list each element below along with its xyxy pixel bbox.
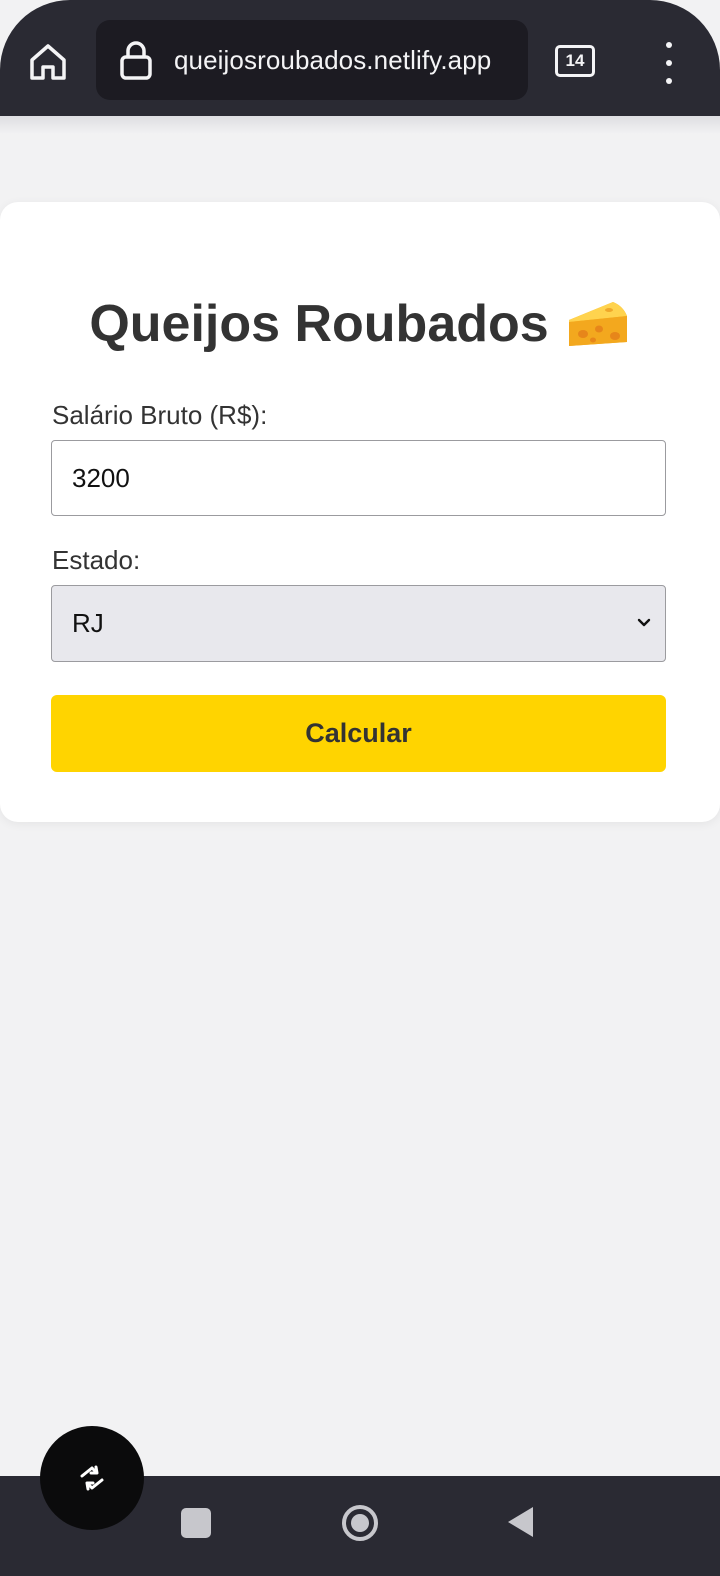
estado-label: Estado:	[52, 545, 141, 575]
estado-selected-value: RJ	[72, 608, 104, 638]
page-title-row: Queijos Roubados	[0, 294, 720, 354]
salario-input[interactable]: 3200	[51, 440, 666, 516]
page-title: Queijos Roubados	[89, 295, 549, 353]
rotate-screen-icon	[80, 1465, 104, 1491]
recents-icon[interactable]	[181, 1508, 211, 1538]
tabs-counter-button[interactable]: 14	[555, 45, 595, 77]
browser-toolbar: queijosroubados.netlify.app 14	[0, 0, 720, 116]
url-bar[interactable]: queijosroubados.netlify.app	[96, 20, 528, 100]
calculator-card: Queijos Roubados Salário Bruto (R$): 320…	[0, 202, 720, 822]
salario-value: 3200	[72, 462, 130, 493]
rotate-screen-button[interactable]	[40, 1426, 144, 1530]
back-icon[interactable]	[505, 1504, 535, 1540]
home-icon[interactable]	[22, 36, 74, 88]
url-text: queijosroubados.netlify.app	[174, 44, 492, 75]
more-vert-icon[interactable]	[654, 38, 684, 88]
lock-icon	[118, 38, 154, 82]
calcular-button-label: Calcular	[305, 718, 412, 748]
estado-select[interactable]: RJ	[51, 585, 666, 662]
calcular-button[interactable]: Calcular	[51, 695, 666, 772]
tab-count: 14	[565, 51, 585, 70]
home-circle-icon[interactable]	[341, 1504, 379, 1542]
cheese-icon	[565, 296, 631, 352]
chevron-down-icon	[637, 618, 651, 627]
salario-label: Salário Bruto (R$):	[52, 400, 268, 430]
toolbar-shadow	[0, 116, 720, 134]
